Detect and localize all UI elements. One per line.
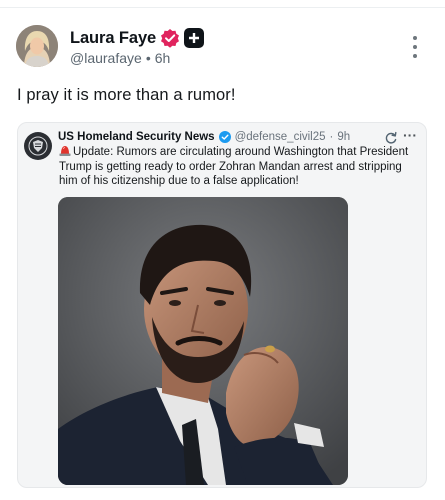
author-meta-row: @laurafaye • 6h <box>70 50 170 66</box>
post-timestamp[interactable]: 6h <box>155 50 171 66</box>
shield-logo-icon[interactable] <box>24 132 52 160</box>
quoted-meta-separator: · <box>329 131 334 143</box>
author-handle[interactable]: @laurafaye <box>70 50 142 66</box>
quoted-author-name[interactable]: US Homeland Security News <box>58 131 215 143</box>
quoted-more-button[interactable]: ··· <box>403 127 417 143</box>
quoted-timestamp[interactable]: 9h <box>337 131 350 143</box>
top-divider <box>0 7 445 8</box>
portrait-image <box>58 197 348 485</box>
plus-badge-icon <box>184 28 205 48</box>
verified-check-icon <box>218 131 231 143</box>
verified-badge-icon <box>160 28 180 48</box>
refresh-icon[interactable] <box>384 131 398 145</box>
more-vertical-icon[interactable] <box>409 36 421 58</box>
quoted-post-text: Update: Rumors are circulating around Wa… <box>59 146 409 187</box>
siren-emoji-icon <box>59 145 71 156</box>
quoted-post-text-block: Update: Rumors are circulating around Wa… <box>59 145 414 189</box>
quoted-post-card[interactable]: US Homeland Security News @defense_civil… <box>17 122 427 488</box>
quoted-author-handle[interactable]: @defense_civil25 <box>235 131 326 143</box>
meta-separator: • <box>145 50 151 66</box>
avatar[interactable] <box>16 25 58 67</box>
author-display-name[interactable]: Laura Faye <box>70 29 156 48</box>
post-text: I pray it is more than a rumor! <box>17 86 236 104</box>
quoted-author-row: US Homeland Security News @defense_civil… <box>58 131 350 143</box>
avatar-image <box>16 25 58 67</box>
author-name-row: Laura Faye <box>70 27 205 49</box>
quoted-post-photo[interactable] <box>58 197 348 485</box>
